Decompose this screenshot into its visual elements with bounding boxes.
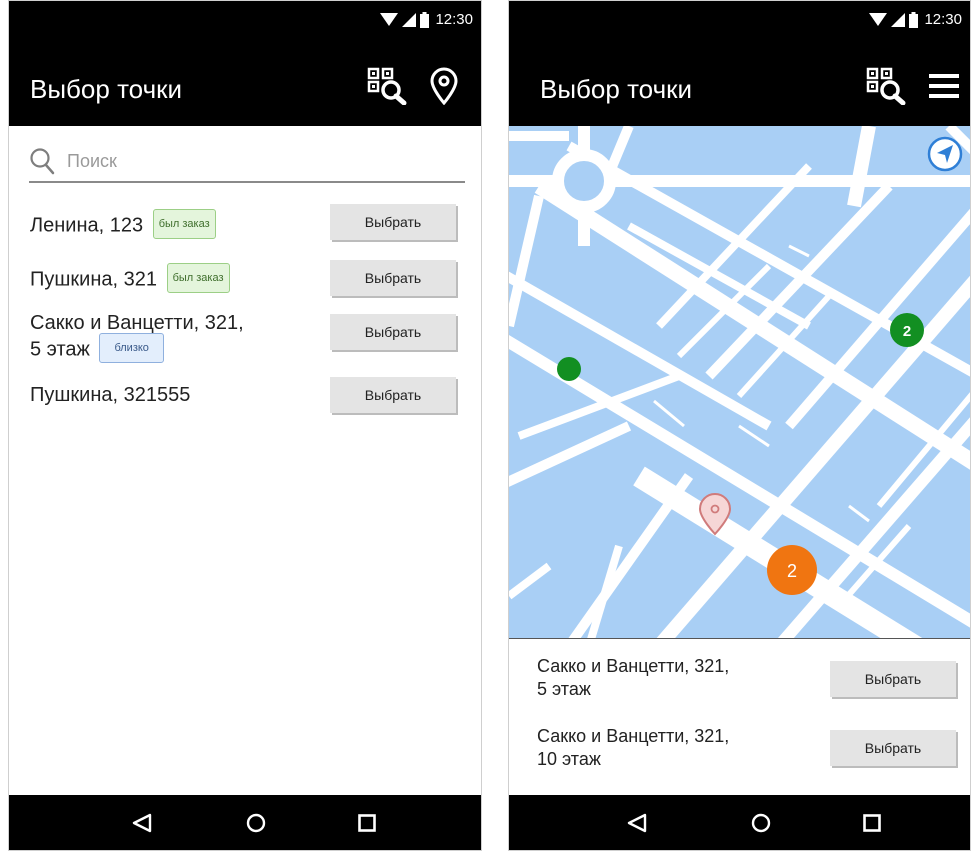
ordered-badge: был заказ xyxy=(166,263,230,293)
map-marker-green[interactable] xyxy=(557,357,581,381)
signal-icon xyxy=(402,12,417,27)
qr-search-icon xyxy=(866,67,906,105)
address-line: Сакко и Ванцетти, 321, xyxy=(537,726,730,746)
wifi-icon xyxy=(380,12,399,26)
address-line: Сакко и Ванцетти, 321, xyxy=(537,656,730,676)
nearby-badge: близко xyxy=(99,333,164,363)
map-view[interactable]: 2 2 xyxy=(509,126,970,639)
list-screen: 12:30 Выбор точки Поиск Ленина, 123 был … xyxy=(8,0,482,851)
address-floor: 5 этаж xyxy=(30,338,90,361)
search-icon xyxy=(30,148,55,175)
address-text: Пушкина, 321 был заказ xyxy=(30,263,230,295)
map-pin-icon xyxy=(430,67,458,105)
address-text: Сакко и Ванцетти, 321, 5 этаж близко xyxy=(30,311,244,365)
status-icons: 12:30 xyxy=(869,11,962,28)
menu-button[interactable] xyxy=(921,63,967,109)
recents-square-icon xyxy=(358,814,376,832)
page-title: Выбор точки xyxy=(540,74,693,104)
status-time: 12:30 xyxy=(924,11,962,28)
qr-search-icon xyxy=(367,67,407,105)
back-triangle-icon xyxy=(132,813,152,833)
address-text: Сакко и Ванцетти, 321, 5 этаж xyxy=(537,655,729,701)
recents-square-icon xyxy=(863,814,881,832)
home-circle-icon xyxy=(246,813,266,833)
status-icons: 12:30 xyxy=(380,11,473,28)
address-line: Пушкина, 321555 xyxy=(30,384,191,406)
status-bar: 12:30 xyxy=(9,1,481,46)
address-text: Сакко и Ванцетти, 321, 10 этаж xyxy=(537,725,729,771)
address-line: Сакко и Ванцетти, 321, xyxy=(30,312,244,334)
recents-button[interactable] xyxy=(352,808,382,838)
home-button[interactable] xyxy=(241,808,271,838)
app-bar: Выбор точки xyxy=(9,46,481,126)
map-cluster-orange[interactable]: 2 xyxy=(767,545,817,595)
address-floor: 10 этаж xyxy=(537,749,601,769)
address-text: Пушкина, 321555 xyxy=(30,383,190,407)
back-button[interactable] xyxy=(127,808,157,838)
page-title: Выбор точки xyxy=(30,74,183,104)
cluster-count-large: 2 xyxy=(787,561,797,581)
address-text: Ленина, 123 был заказ xyxy=(30,209,216,241)
battery-icon xyxy=(420,11,430,28)
select-button[interactable]: Выбрать xyxy=(830,730,956,766)
qr-scan-button[interactable] xyxy=(864,63,910,109)
status-bar: 12:30 xyxy=(509,1,970,46)
select-button[interactable]: Выбрать xyxy=(330,204,456,240)
map-view-button[interactable] xyxy=(421,63,467,109)
map-cluster-green[interactable]: 2 xyxy=(890,313,924,347)
back-button[interactable] xyxy=(622,808,652,838)
back-triangle-icon xyxy=(627,813,647,833)
select-button[interactable]: Выбрать xyxy=(830,661,956,697)
address-floor: 5 этаж xyxy=(537,679,591,699)
ordered-badge: был заказ xyxy=(152,209,216,239)
map-screen: 12:30 Выбор точки 2 2 Сакко и Ванцетти, … xyxy=(508,0,971,851)
qr-scan-button[interactable] xyxy=(365,63,411,109)
home-circle-icon xyxy=(751,813,771,833)
locate-me-button[interactable] xyxy=(927,136,963,172)
wifi-icon xyxy=(869,12,888,26)
recents-button[interactable] xyxy=(857,808,887,838)
app-bar: Выбор точки xyxy=(509,46,970,126)
signal-icon xyxy=(891,12,906,27)
search-bar xyxy=(29,141,465,183)
address-line: Ленина, 123 xyxy=(30,214,144,237)
cluster-count-small: 2 xyxy=(903,323,911,340)
status-time: 12:30 xyxy=(435,11,473,28)
map-canvas: 2 2 xyxy=(509,126,970,638)
select-button[interactable]: Выбрать xyxy=(330,314,456,350)
select-button[interactable]: Выбрать xyxy=(330,260,456,296)
battery-icon xyxy=(909,11,919,28)
navigation-bar xyxy=(509,795,970,850)
search-input[interactable] xyxy=(65,145,459,177)
address-line: Пушкина, 321 xyxy=(30,268,157,291)
select-button[interactable]: Выбрать xyxy=(330,377,456,413)
roundabout xyxy=(552,149,616,213)
navigation-bar xyxy=(9,795,481,850)
home-button[interactable] xyxy=(746,808,776,838)
hamburger-menu-icon xyxy=(929,74,959,98)
